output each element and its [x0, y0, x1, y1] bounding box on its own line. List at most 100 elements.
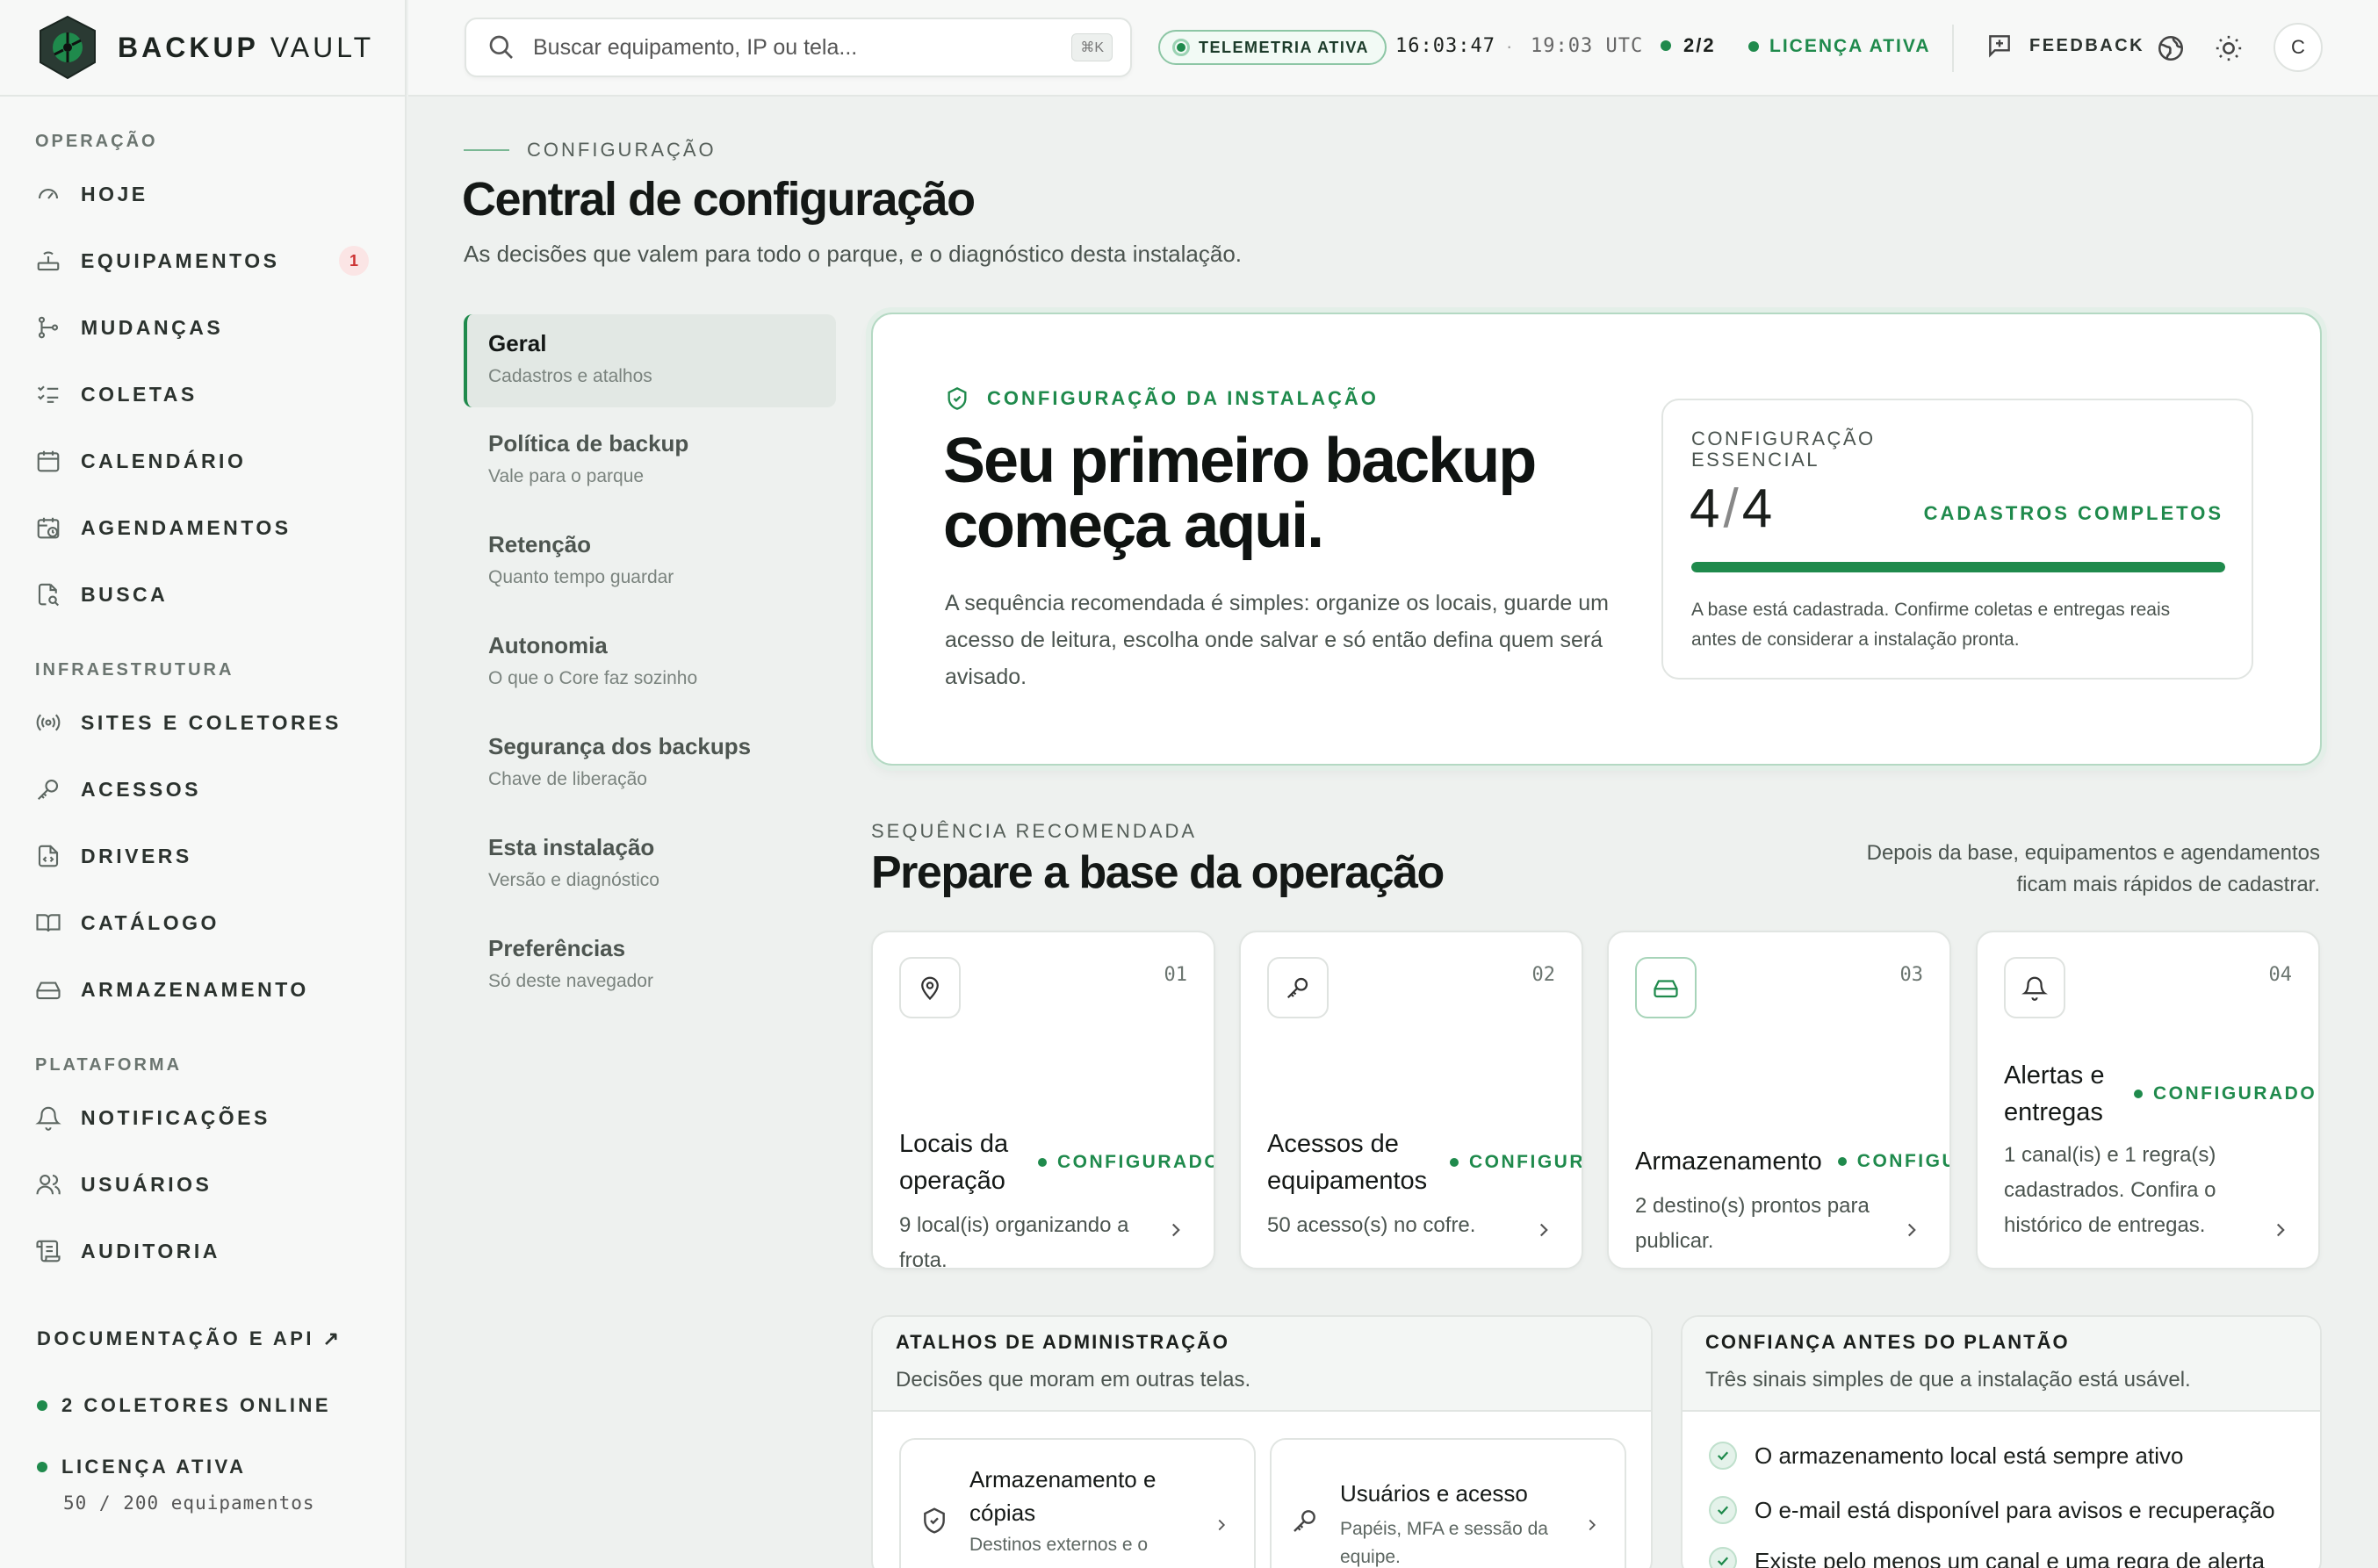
local-clock: 16:03:47 — [1395, 35, 1495, 57]
sidebar-item-busca[interactable]: BUSCA — [35, 569, 369, 620]
check-icon — [1717, 1451, 1729, 1461]
step-number: 02 — [1531, 964, 1556, 986]
trust-check-item: Existe pelo menos um canal e uma regra d… — [1709, 1547, 2265, 1568]
telemetry-badge[interactable]: TELEMETRIA ATIVA — [1158, 30, 1387, 65]
sidebar-item-catalogo[interactable]: CATÁLOGO — [35, 897, 369, 948]
bell-icon — [35, 1106, 61, 1131]
step-desc: 9 local(is) organizando a frota. — [899, 1213, 1129, 1270]
installation-hero-card: CONFIGURAÇÃO DA INSTALAÇÃO Seu primeiro … — [871, 313, 2322, 766]
calendar-clock-icon — [37, 517, 60, 539]
sequence-note: Depois da base, equipamentos e agendamen… — [1866, 841, 2320, 896]
page-eyebrow: CONFIGURAÇÃO — [464, 139, 717, 162]
essential-label: CONFIGURAÇÃO ESSENCIAL — [1691, 428, 1876, 471]
step-icon-box — [899, 957, 961, 1018]
step-status: CONFIGURADO — [1837, 1151, 1949, 1172]
settings-nav-preferencias[interactable]: Preferências Só deste navegador — [464, 919, 836, 1012]
shield-icon — [924, 1507, 945, 1534]
essential-note: A base está cadastrada. Confirme coletas… — [1691, 600, 2171, 650]
shortcut-armazenamento-copias[interactable]: Armazenamento e cópias Destinos externos… — [899, 1438, 1256, 1568]
step-number: 04 — [2268, 964, 2293, 986]
check-icon — [1717, 1506, 1729, 1515]
sidebar-item-mudancas[interactable]: MUDANÇAS — [35, 302, 369, 353]
search-icon — [489, 35, 513, 59]
file-code-icon — [38, 845, 59, 867]
essential-progress-fill — [1691, 562, 2225, 572]
step-icon-box — [1635, 957, 1697, 1018]
feedback-button[interactable]: FEEDBACK — [1985, 32, 2144, 60]
collectors-count[interactable]: 2/2 — [1661, 34, 1716, 57]
sidebar-item-armazenamento[interactable]: ARMAZENAMENTO — [35, 964, 369, 1015]
settings-nav-seguranca[interactable]: Segurança dos backups Chave de liberação — [464, 717, 836, 810]
shortcut-sub: Destinos externos e o — [969, 1535, 1149, 1555]
nav-section-operacao: OPERAÇÃO — [35, 132, 158, 151]
key-icon — [1286, 977, 1308, 999]
license-indicator[interactable]: LICENÇA ATIVA — [1748, 36, 1931, 57]
hero-body: A sequência recomendada é simples: organ… — [945, 591, 1609, 689]
utc-clock: 19:03 UTC — [1531, 35, 1644, 57]
essential-progress-bar — [1691, 562, 2225, 572]
sidebar-item-usuarios[interactable]: USUÁRIOS — [35, 1159, 369, 1210]
sidebar: BACKUP VAULT OPERAÇÃO HOJE EQUIPAMENTOS … — [0, 0, 407, 1568]
sidebar-item-acessos[interactable]: ACESSOS — [35, 764, 369, 815]
trust-check-item: O e-mail está disponível para avisos e r… — [1709, 1496, 2275, 1524]
step-card-armazenamento[interactable]: 03 Armazenamento CONFIGURADO 2 destino(s… — [1607, 931, 1951, 1270]
sidebar-item-auditoria[interactable]: AUDITORIA — [35, 1226, 369, 1277]
settings-nav-geral[interactable]: Geral Cadastros e atalhos — [464, 314, 836, 407]
checklist-icon — [37, 385, 59, 403]
globe-icon[interactable] — [2156, 33, 2186, 63]
docs-api-link[interactable]: DOCUMENTAÇÃO E API ↗ — [37, 1327, 342, 1350]
admin-shortcuts-panel: ATALHOS DE ADMINISTRAÇÃO Decisões que mo… — [871, 1315, 1653, 1568]
search-shortcut: ⌘K — [1071, 33, 1113, 61]
step-name: Acessos de equipamentos — [1267, 1130, 1428, 1195]
git-branch-icon — [38, 316, 59, 339]
settings-nav-retencao[interactable]: Retenção Quanto tempo guardar — [464, 515, 836, 608]
chevron-right-icon — [1589, 1519, 1596, 1531]
book-icon — [36, 914, 61, 932]
step-card-acessos[interactable]: 02 Acessos de equipamentos CONFIGURADO 5… — [1239, 931, 1583, 1270]
step-name: Alertas e entregas — [2004, 1061, 2105, 1126]
settings-nav-politica[interactable]: Política de backup Vale para o parque — [464, 414, 836, 507]
step-desc: 1 canal(is) e 1 regra(s) cadastrados. Co… — [2004, 1143, 2216, 1237]
step-card-locais[interactable]: 01 Locais da operação CONFIGURADO 9 loca… — [871, 931, 1215, 1270]
hard-drive-icon — [36, 982, 61, 1000]
brand[interactable]: BACKUP VAULT — [0, 0, 405, 97]
settings-nav-autonomia[interactable]: Autonomia O que o Core faz sozinho — [464, 616, 836, 709]
step-desc: 2 destino(s) prontos para publicar. — [1635, 1194, 1870, 1253]
step-card-alertas[interactable]: 04 Alertas e entregas CONFIGURADO 1 cana… — [1976, 931, 2320, 1270]
shortcut-usuarios-acesso[interactable]: Usuários e acesso Papéis, MFA e sessão d… — [1270, 1438, 1626, 1568]
settings-nav-instalacao[interactable]: Esta instalação Versão e diagnóstico — [464, 818, 836, 911]
sidebar-item-hoje[interactable]: HOJE — [35, 169, 369, 219]
sidebar-item-drivers[interactable]: DRIVERS — [35, 831, 369, 881]
step-name: Armazenamento — [1635, 1147, 1822, 1176]
collectors-online-status: 2 COLETORES ONLINE — [37, 1394, 331, 1417]
sidebar-item-sites-coletores[interactable]: SITES E COLETORES — [35, 697, 369, 748]
gauge-icon — [38, 188, 59, 199]
chevron-right-icon — [1907, 1223, 1916, 1237]
sidebar-item-notificacoes[interactable]: NOTIFICAÇÕES — [35, 1092, 369, 1143]
chevron-right-icon — [2276, 1223, 2285, 1237]
topbar-divider — [1952, 25, 1954, 72]
file-search-icon — [38, 583, 60, 607]
telemetry-indicator — [1172, 39, 1190, 56]
sidebar-item-calendario[interactable]: CALENDÁRIO — [35, 435, 369, 486]
page-subtitle: As decisões que valem para todo o parque… — [464, 241, 1243, 267]
hero-tag: CONFIGURAÇÃO DA INSTALAÇÃO — [945, 386, 1379, 411]
avatar[interactable]: C — [2274, 23, 2323, 72]
message-plus-icon — [1989, 35, 2010, 58]
check-icon — [1717, 1557, 1729, 1566]
hero-title: Seu primeiro backup começa aqui. — [943, 426, 1537, 561]
search-input[interactable]: Buscar equipamento, IP ou tela... ⌘K — [465, 18, 1132, 77]
sidebar-item-agendamentos[interactable]: AGENDAMENTOS — [35, 502, 369, 553]
shortcut-title: Usuários e acesso — [1340, 1480, 1528, 1507]
step-number: 01 — [1164, 964, 1188, 986]
sidebar-item-equipamentos[interactable]: EQUIPAMENTOS 1 — [35, 235, 369, 286]
sidebar-item-coletas[interactable]: COLETAS — [35, 369, 369, 420]
page-title: Central de configuração — [462, 173, 976, 226]
admin-shortcuts-subtitle: Decisões que moram em outras telas. — [896, 1368, 1251, 1392]
equipamentos-badge: 1 — [339, 246, 369, 276]
sequence-eyebrow: SEQUÊNCIA RECOMENDADA — [871, 820, 1198, 842]
step-icon-box — [1267, 957, 1329, 1018]
step-status: CONFIGURADO — [1450, 1152, 1582, 1173]
step-icon-box — [2004, 957, 2065, 1018]
sun-icon[interactable] — [2214, 33, 2244, 63]
